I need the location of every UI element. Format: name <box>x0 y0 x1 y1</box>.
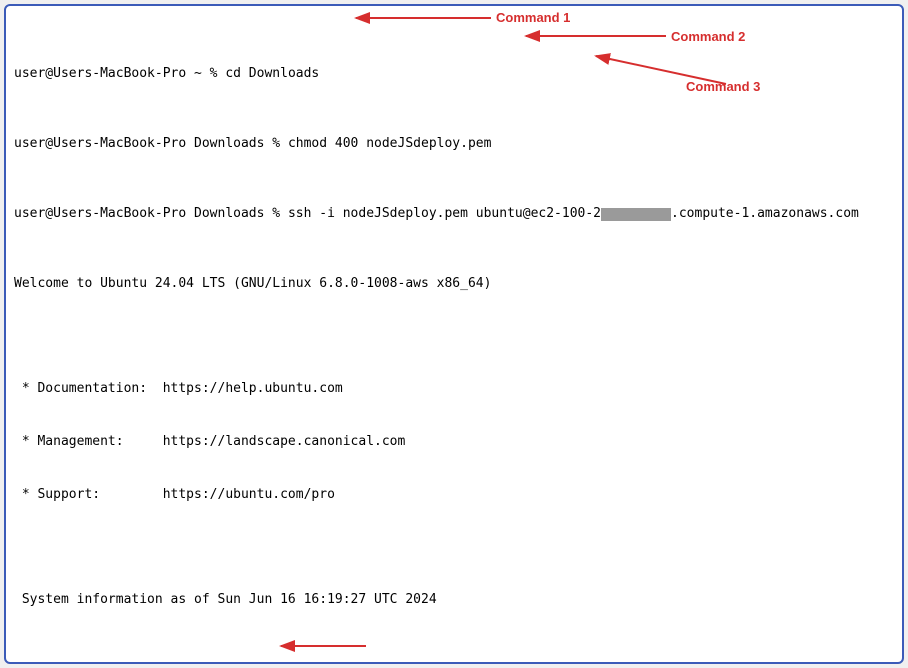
blank-line <box>14 538 894 556</box>
blank-line <box>14 328 894 346</box>
command-line-2: user@Users-MacBook-Pro Downloads % chmod… <box>14 135 894 153</box>
local-prompt: user@Users-MacBook-Pro ~ % <box>14 66 225 81</box>
command-1-text: cd Downloads <box>225 66 319 81</box>
command-3-pre: ssh -i nodeJSdeploy.pem ubuntu@ec2-100-2 <box>288 206 601 221</box>
doc-line: * Documentation: https://help.ubuntu.com <box>14 380 894 398</box>
redacted-host <box>601 208 671 221</box>
welcome-line: Welcome to Ubuntu 24.04 LTS (GNU/Linux 6… <box>14 275 894 293</box>
command-line-3: user@Users-MacBook-Pro Downloads % ssh -… <box>14 205 894 223</box>
mgmt-line: * Management: https://landscape.canonica… <box>14 433 894 451</box>
command-2-text: chmod 400 nodeJSdeploy.pem <box>288 136 492 151</box>
command-line-1: user@Users-MacBook-Pro ~ % cd Downloads <box>14 65 894 83</box>
local-prompt: user@Users-MacBook-Pro Downloads % <box>14 206 288 221</box>
sysinfo-header: System information as of Sun Jun 16 16:1… <box>14 591 894 609</box>
terminal-content[interactable]: user@Users-MacBook-Pro ~ % cd Downloads … <box>14 12 894 664</box>
blank-line <box>14 644 894 662</box>
terminal-window[interactable]: user@Users-MacBook-Pro ~ % cd Downloads … <box>4 4 904 664</box>
local-prompt: user@Users-MacBook-Pro Downloads % <box>14 136 288 151</box>
support-line: * Support: https://ubuntu.com/pro <box>14 486 894 504</box>
command-3-post: .compute-1.amazonaws.com <box>671 206 859 221</box>
